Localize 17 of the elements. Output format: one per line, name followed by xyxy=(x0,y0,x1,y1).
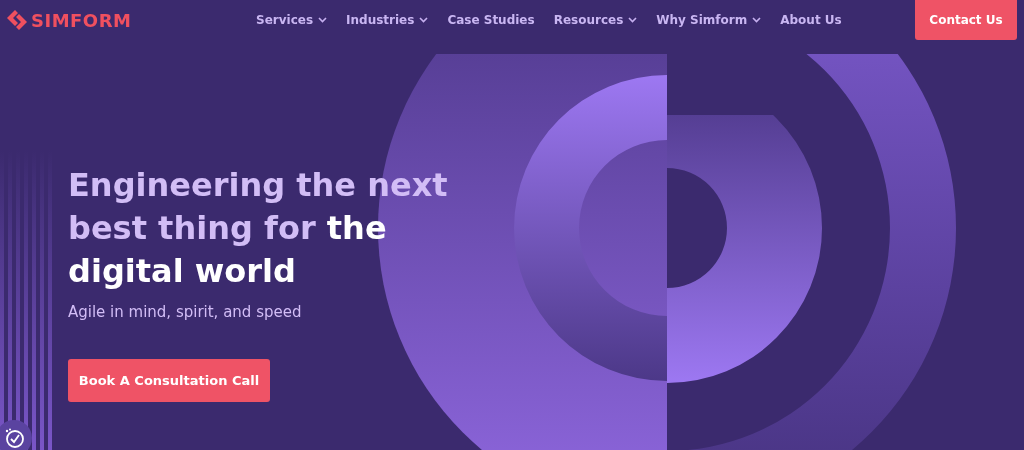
chevron-down-icon xyxy=(318,17,328,23)
hero-headline: Engineering the next best thing for the digital world xyxy=(68,165,449,292)
accessibility-badge-icon[interactable] xyxy=(0,420,32,450)
nav-link[interactable]: About Us xyxy=(780,13,842,27)
chevron-down-icon xyxy=(628,17,638,23)
brand-name[interactable]: SIMFORM xyxy=(31,9,132,31)
nav-link[interactable]: Case Studies xyxy=(447,13,535,27)
nav-link[interactable]: Services xyxy=(256,13,328,27)
nav-link[interactable]: Why Simform xyxy=(656,13,762,27)
logo-icon xyxy=(6,9,28,31)
chevron-down-icon xyxy=(419,17,429,23)
consultation-button[interactable]: Book A Consultation Call xyxy=(68,359,270,402)
nav-link[interactable]: Resources xyxy=(553,13,638,27)
nav-link[interactable]: Industries xyxy=(346,13,429,27)
hero-subtitle: Agile in mind, spirit, and speed xyxy=(68,303,303,321)
contact-button[interactable]: Contact Us xyxy=(915,0,1017,40)
chevron-down-icon xyxy=(752,17,762,23)
